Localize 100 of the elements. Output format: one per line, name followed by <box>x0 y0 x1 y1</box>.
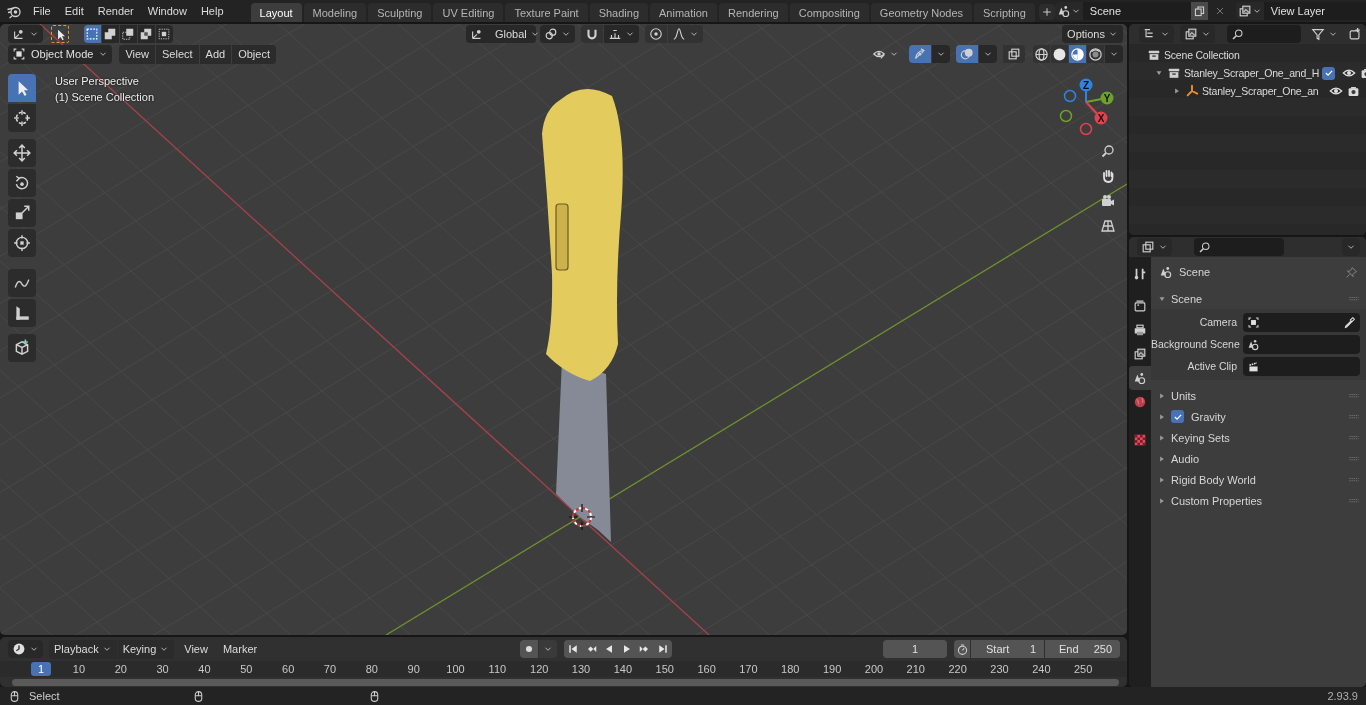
menu-button[interactable]: Add <box>199 44 232 64</box>
outliner-item-label[interactable]: Stanley_Scraper_One_an <box>1202 85 1326 97</box>
new-collection-icon[interactable] <box>1348 27 1362 41</box>
xray-toggle[interactable] <box>1003 45 1025 63</box>
panel-title[interactable]: Units <box>1171 389 1344 402</box>
scraper-model-drawing[interactable] <box>542 88 623 542</box>
tool-button[interactable] <box>8 269 36 297</box>
editor-type-button[interactable] <box>1139 25 1174 43</box>
tool-button[interactable] <box>8 104 36 132</box>
start-frame-field[interactable]: Start 1 <box>971 640 1044 658</box>
tool-button[interactable] <box>8 199 36 227</box>
3d-cursor-icon[interactable] <box>568 503 596 531</box>
tool-button[interactable] <box>8 169 36 197</box>
mode-dropdown[interactable]: Object Mode <box>8 44 113 64</box>
panel-title[interactable]: Keying Sets <box>1171 431 1344 444</box>
selection-mode-button[interactable] <box>120 25 137 43</box>
workspace-tab[interactable]: Texture Paint <box>505 3 588 22</box>
workspace-tab[interactable]: Geometry Nodes <box>870 3 972 22</box>
workspace-tab[interactable]: Rendering <box>718 3 788 22</box>
tool-button[interactable] <box>8 229 36 257</box>
panel-title[interactable]: Audio <box>1171 452 1344 465</box>
overlay-toggle[interactable] <box>956 45 978 63</box>
menu-button[interactable]: Marker <box>217 639 263 659</box>
scrollbar[interactable] <box>12 678 1119 686</box>
menu-button[interactable]: Select <box>156 44 199 64</box>
tool-button[interactable] <box>8 334 36 362</box>
workspace-tab[interactable]: Shading <box>589 3 649 22</box>
search-field[interactable] <box>1227 25 1301 43</box>
outliner-item-label[interactable]: Scene Collection <box>1164 49 1360 61</box>
negative-axis-handle[interactable] <box>1059 109 1073 123</box>
tool-button[interactable] <box>8 299 36 327</box>
picker-field[interactable] <box>1243 356 1360 376</box>
panel-title[interactable]: Scene <box>1171 292 1344 305</box>
options-dropdown[interactable]: Options <box>1062 25 1123 43</box>
menu-button[interactable]: View <box>179 639 213 659</box>
editor-type-button[interactable] <box>8 640 43 658</box>
menu-button[interactable]: Window <box>140 2 194 20</box>
shading-mode-button[interactable] <box>1069 45 1086 63</box>
panel-title[interactable]: Rigid Body World <box>1171 473 1344 486</box>
picker-field[interactable] <box>1243 334 1360 354</box>
selection-mode-button[interactable] <box>138 25 155 43</box>
menu-button[interactable]: Help <box>193 2 231 20</box>
axis-handle[interactable]: Y <box>1085 91 1114 105</box>
menu-button[interactable]: File <box>26 2 58 20</box>
snap-toggle[interactable] <box>581 25 603 43</box>
menu-button[interactable]: Edit <box>57 2 91 20</box>
workspace-tab[interactable]: Modeling <box>303 3 367 22</box>
snap-mode-button[interactable] <box>604 25 639 43</box>
workspace-tab[interactable]: Layout <box>250 3 302 22</box>
select-tool-button[interactable] <box>51 25 69 43</box>
scene-field[interactable]: Scene <box>1082 2 1191 20</box>
editor-type-button[interactable] <box>1137 238 1172 256</box>
workspace-tab[interactable]: Sculpting <box>368 3 432 22</box>
tool-button[interactable] <box>8 74 36 102</box>
menu-button[interactable]: View <box>119 44 156 64</box>
properties-tab[interactable] <box>1129 366 1151 390</box>
view-layer-browse-button[interactable] <box>1235 2 1264 20</box>
view-layer-field[interactable]: View Layer <box>1263 2 1366 20</box>
pivot-point-button[interactable] <box>540 25 575 43</box>
menu-button[interactable]: Object <box>232 44 276 64</box>
exclude-checkbox[interactable] <box>1322 66 1336 80</box>
panel-title[interactable]: Gravity <box>1191 410 1344 423</box>
menu-button[interactable]: Playback <box>49 639 117 659</box>
workspace-tab[interactable]: Scripting <box>974 3 1035 22</box>
negative-axis-handle[interactable] <box>1063 89 1077 103</box>
selection-mode-button[interactable] <box>84 25 101 43</box>
gizmo-toggle[interactable] <box>909 45 931 63</box>
shading-mode-button[interactable] <box>1051 45 1068 63</box>
current-frame-marker[interactable]: 1 <box>31 662 51 676</box>
falloff-button[interactable] <box>668 25 703 43</box>
display-mode-button[interactable] <box>1180 25 1215 43</box>
panel-checkbox[interactable] <box>1171 410 1184 423</box>
add-workspace-button[interactable] <box>1038 4 1055 20</box>
search-field[interactable] <box>1194 238 1284 256</box>
workspace-tab[interactable]: Animation <box>650 3 717 22</box>
eyedropper-icon[interactable] <box>1343 315 1356 329</box>
menu-button[interactable]: Keying <box>117 639 175 659</box>
editor-type-button[interactable] <box>8 25 43 43</box>
scene-browse-button[interactable] <box>1054 2 1083 20</box>
preview-range-button[interactable] <box>954 640 970 658</box>
axis-handle[interactable]: X <box>1085 101 1108 125</box>
shading-mode-button[interactable] <box>1033 45 1050 63</box>
negative-axis-handle[interactable] <box>1079 122 1093 136</box>
workspace-tab[interactable]: Compositing <box>789 3 869 22</box>
selection-mode-button[interactable] <box>156 25 173 43</box>
tool-button[interactable] <box>8 139 36 167</box>
proportional-editing-toggle[interactable] <box>645 25 667 43</box>
outliner-item-label[interactable]: Stanley_Scraper_One_and_H <box>1184 67 1320 79</box>
jump-to-end-button[interactable] <box>654 640 673 658</box>
workspace-tab[interactable]: UV Editing <box>433 3 504 22</box>
record-button[interactable] <box>520 640 539 658</box>
end-frame-field[interactable]: End 250 <box>1045 640 1120 658</box>
picker-field[interactable] <box>1243 312 1360 332</box>
transform-orientation-dropdown[interactable]: Global <box>466 25 536 43</box>
selection-mode-button[interactable] <box>102 25 119 43</box>
3d-viewport[interactable]: Global Options Object Mode View Select Add Object User Perspective (1) Scene Collection Z Y X <box>0 24 1127 635</box>
menu-button[interactable]: Render <box>90 2 141 20</box>
panel-title[interactable]: Custom Properties <box>1171 494 1344 507</box>
shading-mode-button[interactable] <box>1087 45 1104 63</box>
current-frame-field[interactable]: 1 <box>883 640 947 658</box>
